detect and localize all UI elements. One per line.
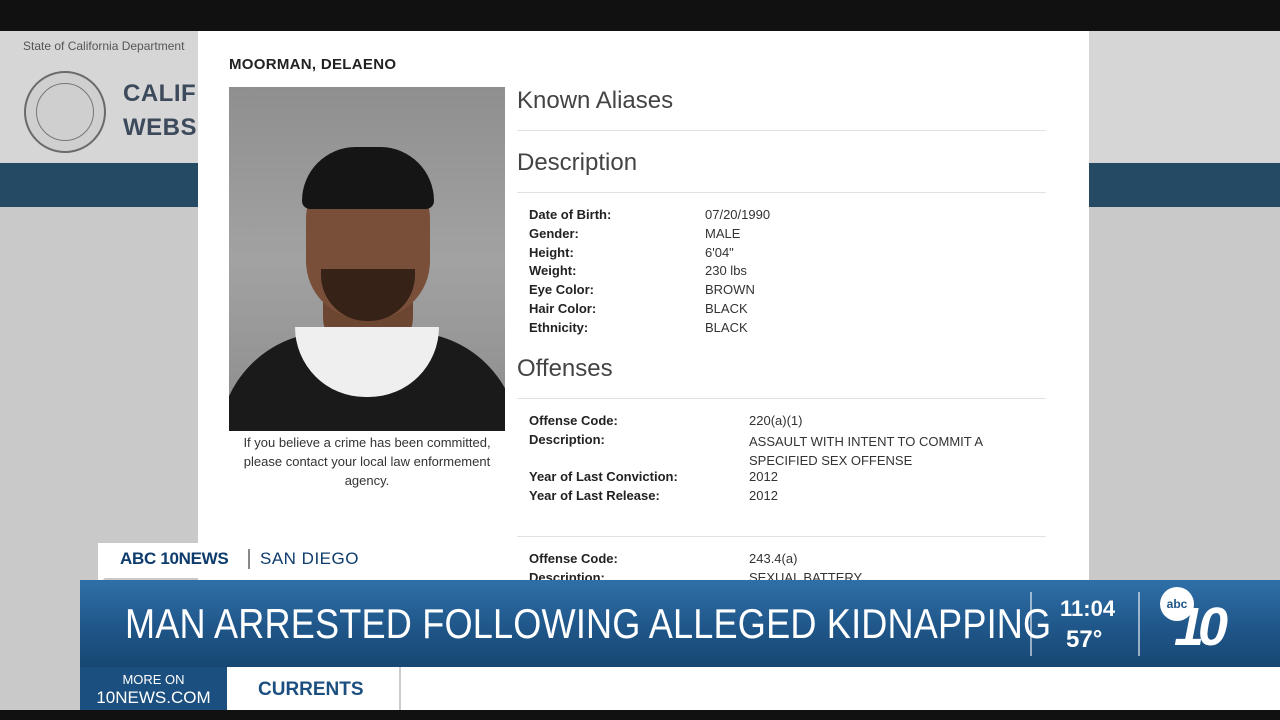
ticker-more-on: MORE ON: [122, 672, 185, 687]
description-label: Ethnicity:: [529, 320, 589, 335]
known-aliases-heading: Known Aliases: [517, 87, 674, 114]
description-label: Weight:: [529, 263, 577, 278]
ticker-divider: [399, 667, 401, 710]
description-label: Date of Birth:: [529, 207, 612, 222]
offender-name: MOORMAN, DELAENO: [229, 56, 397, 73]
site-state-text: State of California Department: [23, 39, 185, 53]
description-value: MALE: [705, 226, 741, 241]
divider: [517, 398, 1046, 399]
offense-label: Description:: [529, 432, 605, 447]
description-value: BLACK: [705, 320, 748, 335]
offense-value: 2012: [749, 488, 778, 503]
offense-label: Year of Last Conviction:: [529, 469, 678, 484]
description-label: Eye Color:: [529, 282, 595, 297]
temperature: 57°: [1066, 626, 1103, 653]
letterbox-bottom: [0, 710, 1280, 720]
video-frame: State of California Department CALIF WEB…: [0, 0, 1280, 720]
offense-value: 2012: [749, 469, 778, 484]
description-label: Height:: [529, 245, 574, 260]
offender-photo: [229, 87, 505, 431]
description-value: 230 lbs: [705, 263, 747, 278]
description-label: Gender:: [529, 226, 579, 241]
description-label: Hair Color:: [529, 301, 597, 316]
offense-value: 220(a)(1): [749, 413, 803, 428]
headline-text: MAN ARRESTED FOLLOWING ALLEGED KIDNAPPIN…: [125, 600, 1052, 647]
description-value: 6'04": [705, 245, 734, 260]
description-value: 07/20/1990: [705, 207, 771, 222]
divider: [517, 536, 1046, 537]
description-value: BROWN: [705, 282, 755, 297]
state-seal-icon: [24, 71, 106, 153]
headline-divider: [1138, 592, 1140, 656]
divider: [517, 130, 1046, 131]
headline-divider: [1030, 592, 1032, 656]
offense-label: Offense Code:: [529, 551, 618, 566]
offenses-heading: Offenses: [517, 355, 613, 382]
offense-label: Offense Code:: [529, 413, 618, 428]
abc10-logo-icon: 10 abc: [1160, 587, 1230, 659]
abc-logo-icon: abc: [1160, 587, 1194, 621]
offense-value: 243.4(a): [749, 551, 798, 566]
divider: [517, 192, 1046, 193]
offense-value: ASSAULT WITH INTENT TO COMMIT A SPECIFIE…: [749, 434, 983, 468]
ticker-bar: [227, 667, 1280, 710]
site-title-line1: CALIF: [123, 80, 197, 107]
clock-time: 11:04: [1060, 596, 1116, 621]
station-brand: ABC 10NEWS: [120, 549, 229, 568]
description-heading: Description: [517, 149, 638, 176]
site-title-line2: WEBSI: [123, 114, 205, 141]
site-title: CALIF WEBSI: [123, 77, 204, 145]
description-value: BLACK: [705, 301, 748, 316]
photo-caption: If you believe a crime has been committe…: [243, 435, 491, 488]
ticker-section-label: CURRENTS: [258, 679, 364, 700]
letterbox-top: [0, 0, 1280, 31]
offense-label: Year of Last Release:: [529, 488, 660, 503]
ticker-site-url: 10NEWS.COM: [96, 688, 211, 707]
brand-divider: [248, 549, 250, 569]
station-city: SAN DIEGO: [260, 549, 359, 568]
